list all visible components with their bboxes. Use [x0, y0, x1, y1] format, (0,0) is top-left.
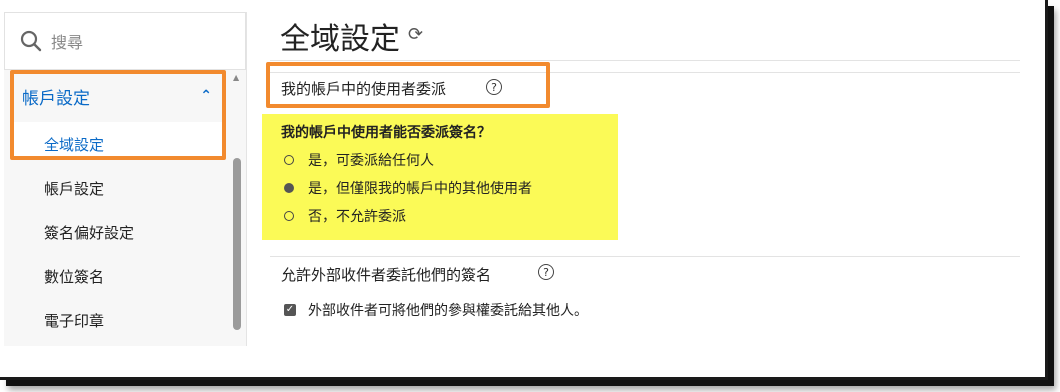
highlight-box-sidebar: [10, 70, 226, 160]
radio-label: 否，不允許委派: [308, 209, 406, 225]
radio-button[interactable]: [284, 211, 294, 221]
radio-option-account-users-only[interactable]: 是，但僅限我的帳戶中的其他使用者: [284, 178, 532, 198]
app-window: 搜尋 帳戶設定 ⌃ 全域設定 帳戶設定 簽名偏好設定 數位簽名 電子印章 ▲ 全…: [0, 0, 1048, 380]
sidebar-item-electronic-seals[interactable]: 電子印章: [44, 310, 104, 331]
radio-label: 是，可委派給任何人: [308, 153, 434, 169]
radio-label: 是，但僅限我的帳戶中的其他使用者: [308, 181, 532, 197]
radio-button-selected[interactable]: [284, 183, 294, 193]
sidebar-item-signature-preferences[interactable]: 簽名偏好設定: [44, 222, 134, 243]
sidebar-item-digital-signatures[interactable]: 數位簽名: [44, 266, 104, 287]
section-title-external-delegation: 允許外部收件者委託他們的簽名: [281, 266, 492, 284]
sidebar-item-account-settings[interactable]: 帳戶設定: [44, 178, 104, 199]
search-icon: [20, 30, 42, 52]
page-title: 全域設定: [280, 22, 400, 57]
search-placeholder: 搜尋: [51, 33, 84, 52]
radio-option-no-delegation[interactable]: 否，不允許委派: [284, 206, 406, 226]
radio-option-anyone[interactable]: 是，可委派給任何人: [284, 150, 434, 170]
scroll-up-arrow-icon[interactable]: ▲: [233, 73, 239, 82]
divider: [270, 256, 1020, 257]
help-icon[interactable]: ?: [538, 264, 554, 280]
external-delegation-checkbox-row[interactable]: ✓ 外部收件者可將他們的參與權委託給其他人。: [284, 300, 588, 320]
sidebar-scrollbar-thumb[interactable]: [233, 158, 241, 330]
checkbox-checked-icon[interactable]: ✓: [284, 304, 296, 316]
search-box[interactable]: 搜尋: [4, 12, 246, 70]
radio-button[interactable]: [284, 155, 294, 165]
checkbox-label: 外部收件者可將他們的參與權委託給其他人。: [308, 303, 588, 319]
delegation-question: 我的帳戶中使用者能否委派簽名？: [281, 125, 491, 141]
refresh-icon[interactable]: ⟳: [408, 24, 423, 45]
divider: [270, 60, 1020, 61]
highlight-box-section: [266, 62, 550, 108]
sidebar: 搜尋: [4, 12, 247, 346]
